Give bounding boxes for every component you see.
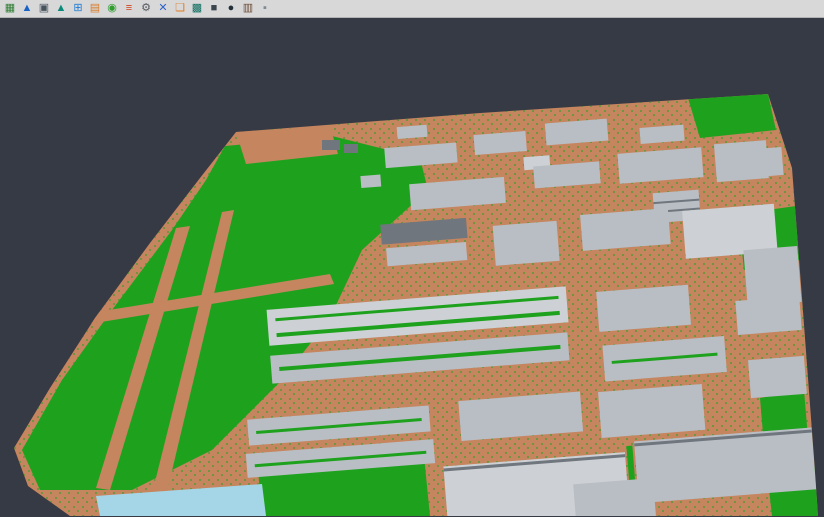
orange-rows-icon-glyph: ▤ [90, 3, 100, 14]
dark-square-icon-glyph: ▣ [39, 3, 49, 14]
green-grid-icon-glyph: ▦ [5, 3, 15, 14]
small-dot-icon[interactable]: ▪ [257, 1, 273, 16]
teal-mountain-icon[interactable]: ▲ [53, 1, 69, 16]
blue-grid-icon-glyph: ⊞ [73, 3, 82, 14]
toolbar: ▦ ▲ ▣ ▲ ⊞ ▤ ◉ ≡ ⚙ ✕ ❏ ▩ ■ ● ▥ ▪ [0, 0, 824, 18]
globe-icon[interactable]: ● [223, 1, 239, 16]
green-circle-icon-glyph: ◉ [107, 3, 117, 14]
teal-checker-icon[interactable]: ▩ [189, 1, 205, 16]
blue-cross-icon-glyph: ✕ [158, 3, 167, 14]
dark-square-icon[interactable]: ▣ [36, 1, 52, 16]
image-icon-glyph: ▥ [243, 3, 253, 14]
gear-icon[interactable]: ⚙ [138, 1, 154, 16]
application-window: ▦ ▲ ▣ ▲ ⊞ ▤ ◉ ≡ ⚙ ✕ ❏ ▩ ■ ● ▥ ▪ [0, 0, 824, 517]
orange-rows-icon[interactable]: ▤ [87, 1, 103, 16]
blue-triangle-icon-glyph: ▲ [22, 3, 33, 14]
orange-frame-icon-glyph: ❏ [175, 3, 185, 14]
red-lines-icon-glyph: ≡ [126, 3, 132, 14]
small-dot-icon-glyph: ▪ [263, 3, 267, 14]
teal-checker-icon-glyph: ▩ [192, 3, 202, 14]
image-icon[interactable]: ▥ [240, 1, 256, 16]
green-circle-icon[interactable]: ◉ [104, 1, 120, 16]
blue-cross-icon[interactable]: ✕ [155, 1, 171, 16]
black-square-icon[interactable]: ■ [206, 1, 222, 16]
green-grid-icon[interactable]: ▦ [2, 1, 18, 16]
red-lines-icon[interactable]: ≡ [121, 1, 137, 16]
orange-frame-icon[interactable]: ❏ [172, 1, 188, 16]
blue-triangle-icon[interactable]: ▲ [19, 1, 35, 16]
blue-grid-icon[interactable]: ⊞ [70, 1, 86, 16]
viewport-3d[interactable] [0, 18, 824, 517]
globe-icon-glyph: ● [228, 3, 235, 14]
black-square-icon-glyph: ■ [211, 3, 218, 14]
point-cloud-scene [0, 18, 824, 517]
gear-icon-glyph: ⚙ [141, 3, 151, 14]
teal-mountain-icon-glyph: ▲ [56, 3, 67, 14]
